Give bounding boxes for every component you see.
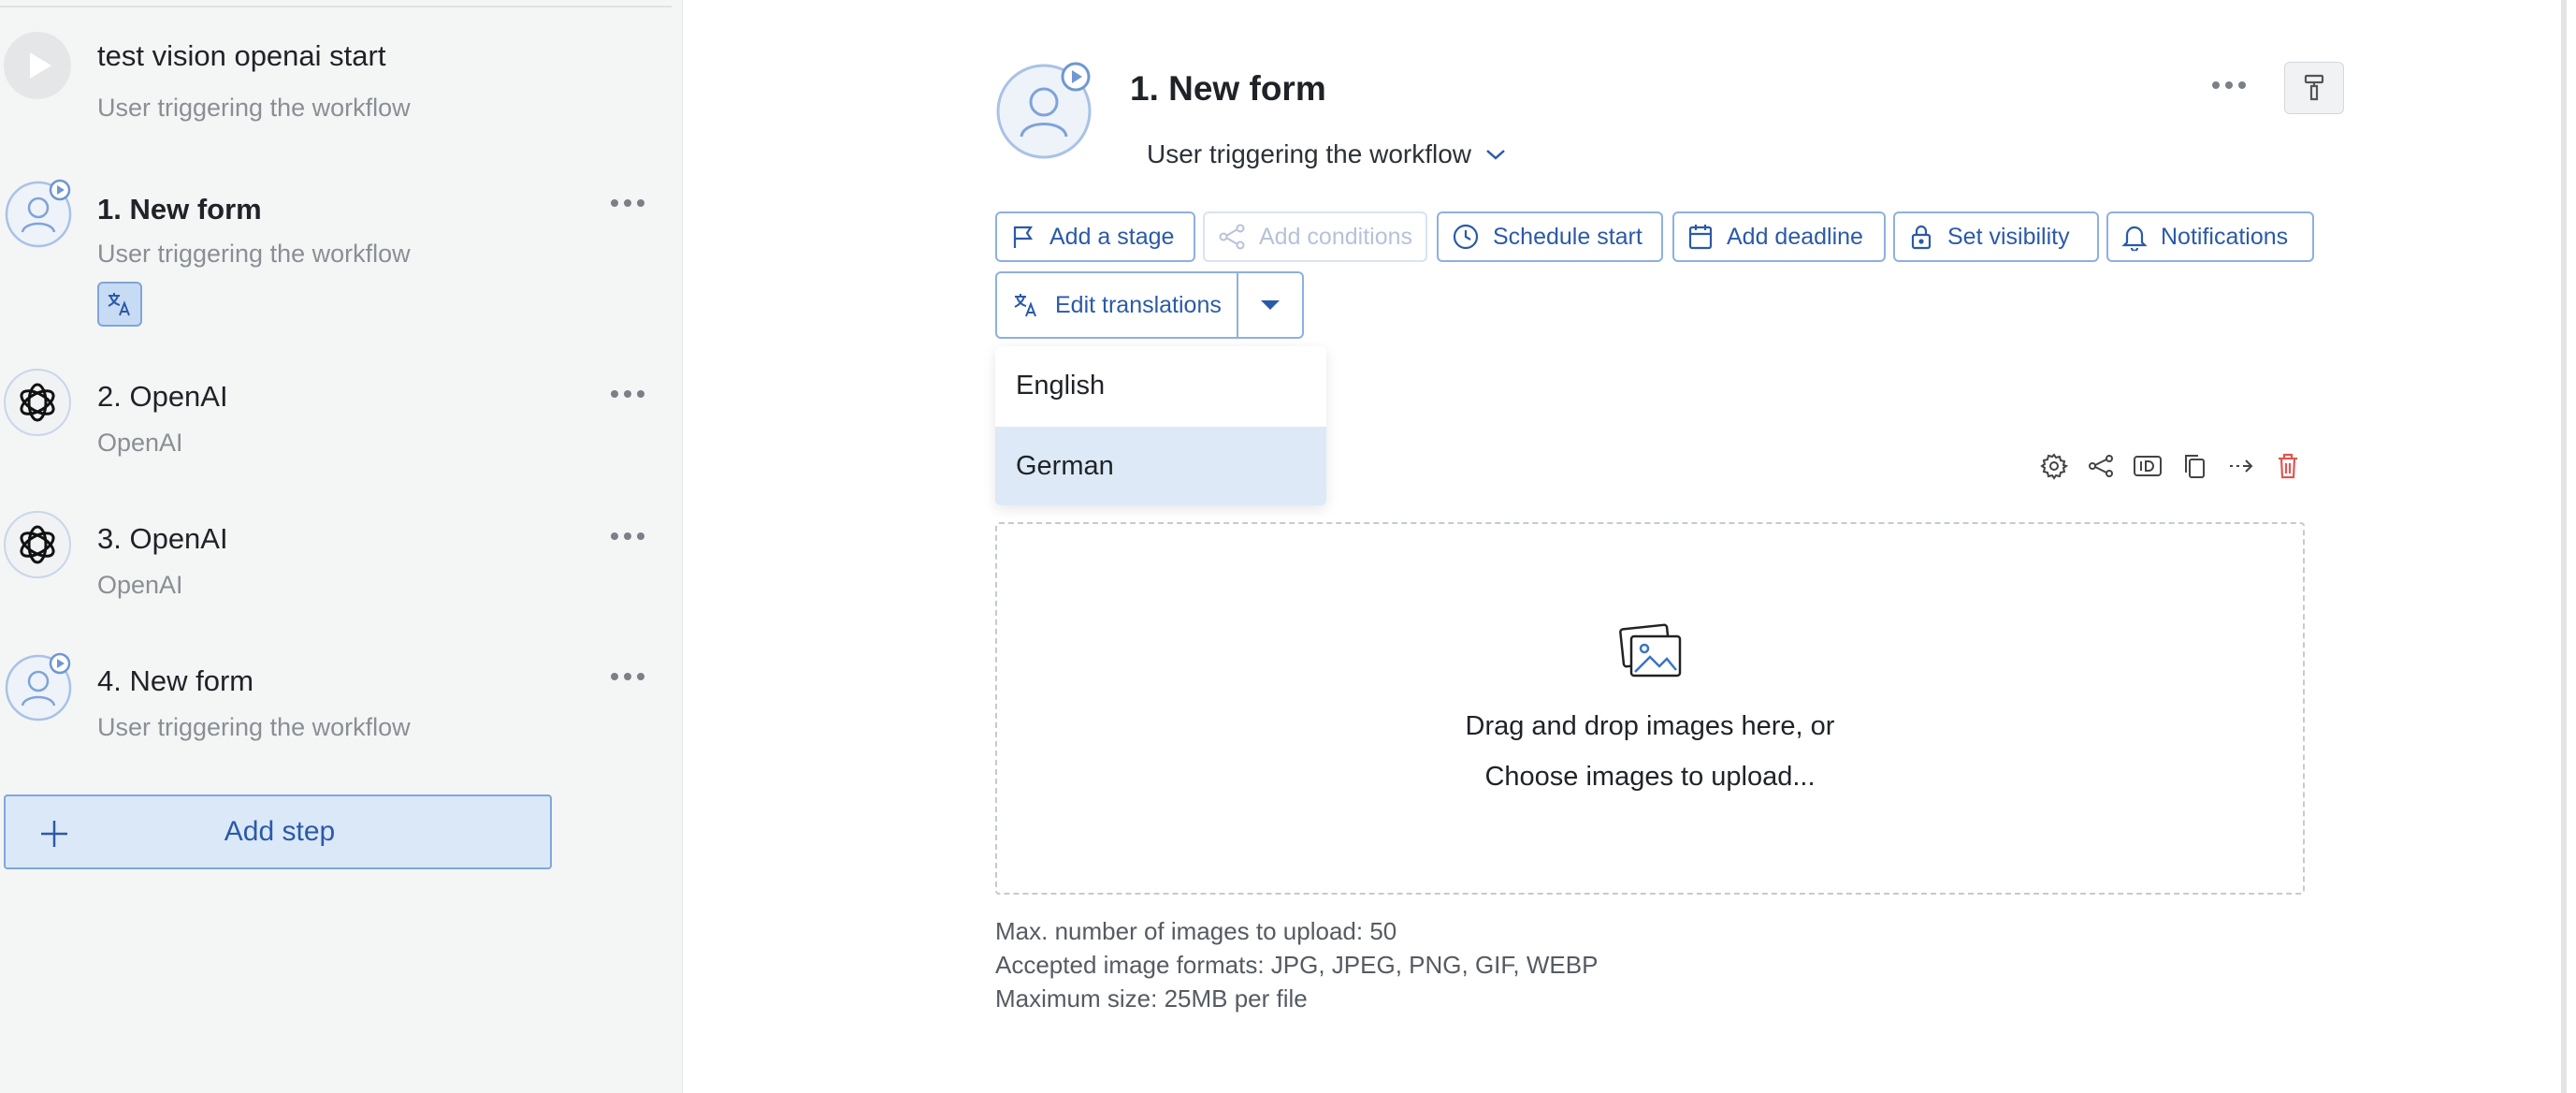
branch-icon <box>1219 224 1245 250</box>
step-editor: 1. New form User triggering the workflow… <box>683 0 2576 1093</box>
openai-logo-icon <box>4 369 71 436</box>
more-horizontal-icon[interactable] <box>606 663 649 691</box>
user-avatar-icon <box>4 651 72 721</box>
add-stage-label: Add a stage <box>1049 223 1175 250</box>
step-title: 4. New form <box>97 664 254 697</box>
format-painter-button[interactable] <box>2284 62 2344 114</box>
trigger-select-value: User triggering the workflow <box>1147 139 1472 168</box>
language-dropdown-toggle[interactable] <box>1238 273 1302 337</box>
workflow-subtitle: User triggering the workflow <box>97 94 411 122</box>
openai-logo-icon <box>4 511 71 578</box>
workflow-name: test vision openai start <box>97 39 386 72</box>
bell-icon <box>2121 226 2148 251</box>
language-option-german[interactable]: German <box>995 427 1326 505</box>
page-title: 1. New form <box>1130 69 1326 108</box>
trash-icon[interactable] <box>2269 447 2307 485</box>
upload-max-count: Max. number of images to upload: 50 <box>995 917 1397 945</box>
more-horizontal-icon[interactable] <box>606 522 649 550</box>
add-conditions-label: Add conditions <box>1259 223 1413 250</box>
lock-icon <box>1911 225 1932 250</box>
branch-icon[interactable] <box>2082 447 2120 485</box>
user-avatar-icon <box>996 62 1092 159</box>
upload-max-size: Maximum size: 25MB per file <box>995 984 1308 1013</box>
step-title: 1. New form <box>97 193 262 226</box>
gear-icon[interactable] <box>2035 447 2073 485</box>
copy-icon[interactable] <box>2176 447 2213 485</box>
language-option-english[interactable]: English <box>995 346 1326 425</box>
user-avatar-icon <box>4 178 72 248</box>
sidebar-step-2[interactable]: 2. OpenAI OpenAI <box>0 369 683 472</box>
images-icon <box>1619 623 1682 678</box>
notifications-button[interactable]: Notifications <box>2106 211 2314 262</box>
add-conditions-button[interactable]: Add conditions <box>1203 211 1427 262</box>
set-visibility-button[interactable]: Set visibility <box>1893 211 2099 262</box>
more-horizontal-icon[interactable] <box>606 189 649 217</box>
step-subtitle: User triggering the workflow <box>97 240 411 268</box>
sidebar-step-3[interactable]: 3. OpenAI OpenAI <box>0 511 683 614</box>
sidebar-step-1[interactable]: 1. New form User triggering the workflow <box>0 178 683 337</box>
language-menu: English German <box>995 346 1326 505</box>
sidebar-step-4[interactable]: 4. New form User triggering the workflow <box>0 651 683 754</box>
calendar-icon <box>1688 225 1713 250</box>
flag-icon <box>1013 226 1034 248</box>
schedule-start-button[interactable]: Schedule start <box>1437 211 1663 262</box>
translate-icon[interactable] <box>97 282 142 327</box>
step-subtitle: OpenAI <box>97 571 183 599</box>
add-deadline-button[interactable]: Add deadline <box>1672 211 1886 262</box>
move-arrow-icon[interactable] <box>2222 447 2260 485</box>
translate-icon <box>1014 294 1036 317</box>
caret-down-icon <box>1261 300 1280 310</box>
add-stage-button[interactable]: Add a stage <box>995 211 1195 262</box>
play-icon <box>4 32 71 99</box>
trigger-select[interactable]: User triggering the workflow <box>1147 136 1507 173</box>
image-upload-dropzone[interactable]: Drag and drop images here, or Choose ima… <box>995 522 2305 895</box>
add-step-button[interactable]: Add step <box>4 794 552 869</box>
schedule-start-label: Schedule start <box>1493 223 1643 250</box>
scrollbar[interactable] <box>2561 0 2567 1093</box>
edit-translations-split-button: Edit translations <box>995 271 1304 339</box>
more-horizontal-icon[interactable] <box>2207 71 2250 99</box>
edit-translations-label: Edit translations <box>1055 291 1222 318</box>
edit-translations-button[interactable]: Edit translations <box>997 273 1237 337</box>
add-step-label: Add step <box>224 816 336 847</box>
chevron-down-icon <box>1486 150 1505 160</box>
step-subtitle: OpenAI <box>97 429 183 457</box>
sidebar-workflow-start[interactable]: test vision openai start User triggering… <box>0 32 683 135</box>
upload-formats: Accepted image formats: JPG, JPEG, PNG, … <box>995 951 1599 979</box>
add-deadline-label: Add deadline <box>1727 223 1863 250</box>
dropzone-drag-text: Drag and drop images here, or <box>1465 711 1835 741</box>
paint-roller-icon <box>2304 74 2324 101</box>
choose-images-link[interactable]: Choose images to upload... <box>997 762 2303 793</box>
step-subtitle: User triggering the workflow <box>97 713 411 741</box>
clock-icon <box>1453 224 1479 250</box>
sidebar: test vision openai start User triggering… <box>0 0 683 1093</box>
id-icon[interactable] <box>2129 447 2166 485</box>
sidebar-top-divider <box>0 6 672 7</box>
step-title: 3. OpenAI <box>97 522 228 555</box>
notifications-label: Notifications <box>2161 223 2289 250</box>
more-horizontal-icon[interactable] <box>606 380 649 408</box>
set-visibility-label: Set visibility <box>1947 223 2070 250</box>
step-title: 2. OpenAI <box>97 380 228 413</box>
